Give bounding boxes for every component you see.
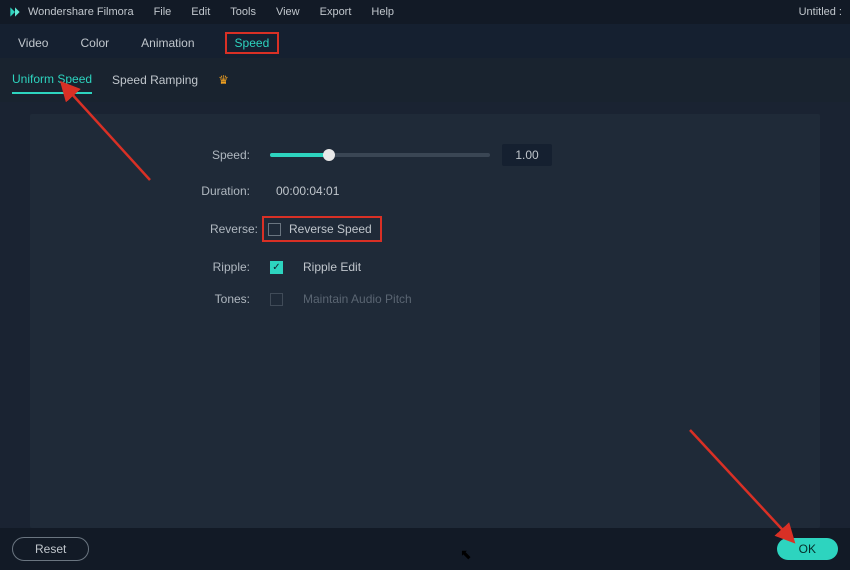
category-tabs: Video Color Animation Speed [0, 24, 850, 58]
speed-label: Speed: [70, 148, 270, 162]
reverse-checkbox[interactable] [268, 223, 281, 236]
menu-edit[interactable]: Edit [191, 6, 210, 18]
menu-file[interactable]: File [154, 6, 172, 18]
menu-export[interactable]: Export [320, 6, 352, 18]
ripple-checkbox[interactable]: ✓ [270, 261, 283, 274]
reverse-checkbox-label[interactable]: Reverse Speed [289, 222, 372, 236]
app-title: Wondershare Filmora [28, 6, 134, 18]
title-bar: Wondershare Filmora File Edit Tools View… [0, 0, 850, 24]
reverse-label: Reverse: [70, 222, 270, 236]
tones-checkbox-label: Maintain Audio Pitch [303, 292, 412, 306]
settings-panel: Speed: 1.00 Duration: 00:00:04:01 Revers… [30, 114, 820, 528]
file-status: Untitled : [799, 6, 842, 18]
footer-bar: Reset OK [0, 528, 850, 570]
tab-color[interactable]: Color [78, 32, 111, 54]
row-ripple: Ripple: ✓ Ripple Edit [70, 260, 780, 274]
menu-tools[interactable]: Tools [230, 6, 256, 18]
subtab-speed-ramping[interactable]: Speed Ramping [112, 67, 198, 93]
menu-view[interactable]: View [276, 6, 300, 18]
subtab-uniform-speed[interactable]: Uniform Speed [12, 66, 92, 94]
tones-label: Tones: [70, 292, 270, 306]
menu-bar: File Edit Tools View Export Help [154, 6, 394, 18]
ok-button[interactable]: OK [777, 538, 838, 560]
reset-button[interactable]: Reset [12, 537, 89, 561]
speed-value-input[interactable]: 1.00 [502, 144, 552, 166]
row-speed: Speed: 1.00 [70, 144, 780, 166]
slider-fill [270, 153, 329, 157]
app-logo-icon [8, 5, 22, 19]
tab-speed[interactable]: Speed [225, 32, 280, 54]
duration-value[interactable]: 00:00:04:01 [270, 184, 339, 198]
ripple-label: Ripple: [70, 260, 270, 274]
tab-video[interactable]: Video [16, 32, 50, 54]
slider-thumb[interactable] [323, 149, 335, 161]
tones-checkbox [270, 293, 283, 306]
tab-animation[interactable]: Animation [139, 32, 196, 54]
speed-slider[interactable] [270, 153, 490, 157]
ripple-checkbox-label[interactable]: Ripple Edit [303, 260, 361, 274]
row-duration: Duration: 00:00:04:01 [70, 184, 780, 198]
row-reverse: Reverse: Reverse Speed [70, 216, 780, 242]
cursor-icon: ⬉ [460, 546, 472, 563]
duration-label: Duration: [70, 184, 270, 198]
sub-tabs: Uniform Speed Speed Ramping ♛ [0, 58, 850, 102]
row-tones: Tones: Maintain Audio Pitch [70, 292, 780, 306]
crown-icon: ♛ [218, 73, 229, 87]
reverse-highlight-box: Reverse Speed [262, 216, 382, 242]
menu-help[interactable]: Help [371, 6, 394, 18]
